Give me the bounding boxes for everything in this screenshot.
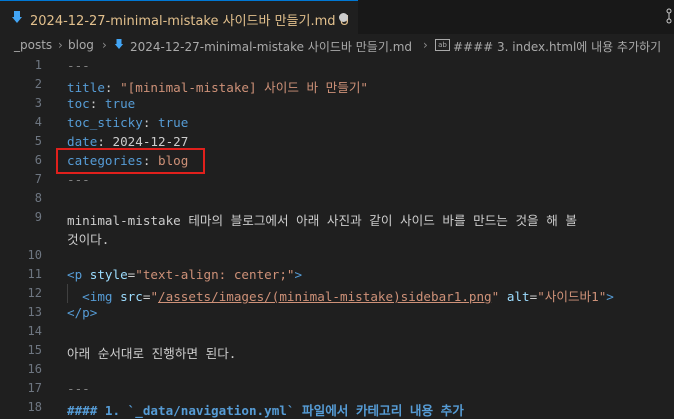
code-line[interactable]: ---: [67, 381, 90, 396]
code-line[interactable]: <img src="/assets/images/(minimal-mistak…: [67, 286, 614, 305]
code-line[interactable]: ---: [67, 58, 90, 73]
line-number: 16: [27, 362, 42, 376]
line-number: 9: [34, 210, 42, 224]
line-number: 12: [27, 286, 42, 300]
code-line[interactable]: toc_sticky: true: [67, 115, 188, 130]
line-number: 7: [34, 172, 42, 186]
chevron-right-icon: ›: [102, 38, 107, 52]
code-line[interactable]: 것이다.: [67, 229, 109, 248]
code-line[interactable]: </p>: [67, 305, 97, 320]
line-number: 11: [27, 267, 42, 281]
breadcrumb-file[interactable]: 2024-12-27-minimal-mistake 사이드바 만들기.md: [130, 38, 412, 55]
chevron-right-icon: ›: [58, 38, 63, 52]
code-line[interactable]: title: "[minimal-mistake] 사이드 바 만들기": [67, 77, 368, 96]
code-line[interactable]: #### 1. `_data/navigation.yml` 파일에서 카테고리…: [67, 400, 464, 419]
annotation-highlight-box: [56, 148, 205, 174]
code-line[interactable]: ---: [67, 172, 90, 187]
line-number: 17: [27, 381, 42, 395]
markdown-file-icon: [11, 9, 23, 28]
line-number: 8: [34, 191, 42, 205]
code-editor[interactable]: 1 --- 2 title: "[minimal-mistake] 사이드 바 만들기…: [0, 56, 674, 418]
line-number: 4: [34, 115, 42, 129]
code-line[interactable]: 아래 순서대로 진행하면 된다.: [67, 343, 236, 362]
markdown-file-icon: [114, 38, 124, 53]
chevron-right-icon: ›: [423, 38, 428, 52]
tab-bar: 2024-12-27-minimal-mistake 사이드바 만들기.md U: [0, 0, 674, 34]
tab-title: 2024-12-27-minimal-mistake 사이드바 만들기.md U: [30, 14, 349, 29]
symbol-string-icon: ab: [435, 39, 450, 51]
line-number: 1: [34, 58, 42, 72]
line-number: 10: [27, 248, 42, 262]
line-number: 2: [34, 77, 42, 91]
breadcrumb-folder-posts[interactable]: _posts: [14, 38, 52, 52]
breadcrumb-symbol[interactable]: #### 3. index.html에 내용 추가하기: [453, 38, 661, 55]
editor-tab[interactable]: 2024-12-27-minimal-mistake 사이드바 만들기.md U: [0, 0, 358, 34]
line-number: 15: [27, 343, 42, 357]
line-number: 14: [27, 324, 42, 338]
code-line[interactable]: toc: true: [67, 96, 135, 111]
unsaved-dot-icon[interactable]: [339, 13, 348, 22]
line-number: 3: [34, 96, 42, 110]
indent-guide: [67, 284, 68, 303]
code-line[interactable]: <p style="text-align: center;">: [67, 267, 302, 282]
code-line[interactable]: date: 2024-12-27: [67, 134, 188, 149]
line-number: 18: [27, 400, 42, 414]
breadcrumb: _posts › blog › 2024-12-27-minimal-mista…: [0, 34, 674, 56]
breadcrumb-folder-blog[interactable]: blog: [68, 38, 94, 52]
line-number: 13: [27, 305, 42, 319]
line-number: 5: [34, 134, 42, 148]
code-line[interactable]: minimal-mistake 테마의 블로그에서 아래 사진과 같이 사이드 …: [67, 210, 577, 229]
line-number: 6: [34, 153, 42, 167]
source-control-icon[interactable]: [664, 8, 674, 28]
